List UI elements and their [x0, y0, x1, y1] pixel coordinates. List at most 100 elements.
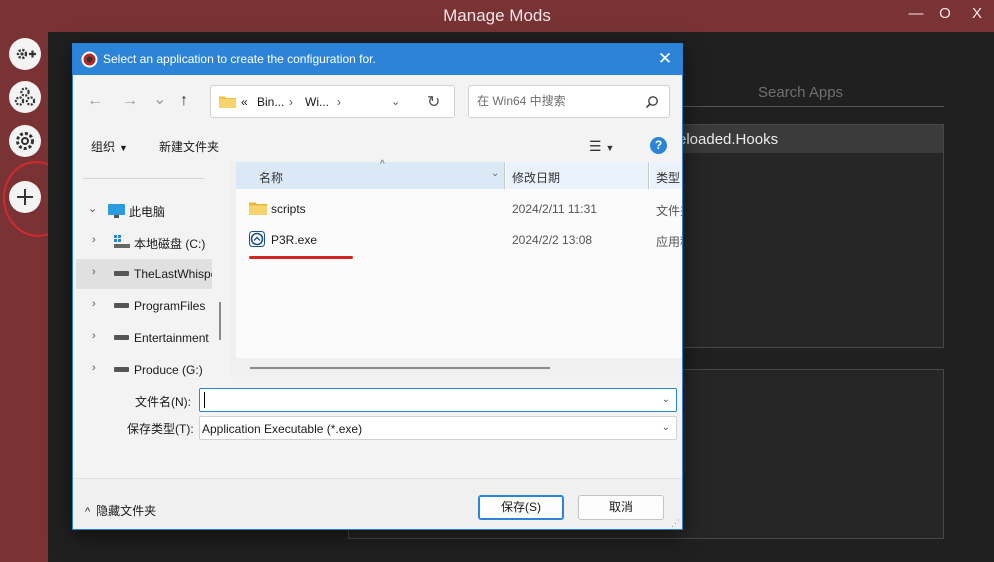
minimize-button[interactable]: —: [904, 5, 928, 22]
view-options-icon[interactable]: ☰ ▼: [589, 138, 614, 155]
drive-icon: [114, 271, 129, 276]
save-button[interactable]: 保存(S): [478, 495, 564, 520]
organize-menu[interactable]: 组织 ▼: [91, 138, 128, 155]
new-folder-button[interactable]: 新建文件夹: [159, 138, 219, 155]
address-segment[interactable]: Bin...: [257, 95, 284, 109]
file-row-p3r-exe[interactable]: P3R.exe 2024/2/2 13:08 应用程序: [236, 225, 682, 254]
file-dialog: Select an application to create the conf…: [72, 43, 683, 530]
nav-item-this-pc[interactable]: ⌄ 此电脑: [76, 195, 212, 225]
help-icon[interactable]: ?: [650, 137, 667, 154]
horizontal-scrollbar[interactable]: [236, 358, 682, 377]
chevron-down-icon[interactable]: ⌄: [88, 202, 97, 215]
dialog-close-icon[interactable]: ✕: [656, 49, 674, 69]
hide-folders-toggle[interactable]: ^ 隐藏文件夹: [85, 502, 156, 519]
organize-label: 组织: [91, 140, 116, 154]
navigation-pane: ⌄ 此电脑 › 本地磁盘 (C:) › TheLastWhisper › Pro…: [73, 162, 225, 377]
app-sidebar: [0, 32, 48, 562]
chevron-up-icon: ^: [85, 506, 91, 518]
chevron-right-icon[interactable]: ›: [92, 330, 96, 342]
file-name: P3R.exe: [271, 233, 318, 247]
drive-icon: [114, 367, 129, 372]
search-underline: [682, 106, 944, 107]
file-list-scrollbar[interactable]: [230, 162, 236, 377]
column-name-label: 名称: [259, 171, 284, 185]
maximize-button[interactable]: O: [933, 5, 957, 22]
file-row-scripts[interactable]: scripts 2024/2/11 11:31 文件夹: [236, 194, 682, 223]
search-icon[interactable]: [645, 95, 659, 109]
selected-app-label[interactable]: eloaded.Hooks: [678, 131, 778, 148]
address-bar[interactable]: « Bin... › Wi... › ⌄ ↻: [210, 85, 455, 118]
folder-icon: [219, 96, 236, 108]
filename-input[interactable]: [205, 393, 645, 407]
dialog-title: Select an application to create the conf…: [103, 52, 376, 66]
nav-item-label: Entertainment: [134, 331, 209, 345]
horizontal-scrollbar-thumb[interactable]: [250, 367, 550, 369]
nav-item-label: 本地磁盘 (C:): [134, 237, 206, 251]
app-logo-icon: [81, 51, 98, 68]
file-name: scripts: [271, 202, 306, 216]
sort-ascending-icon: ^: [380, 159, 385, 170]
chevron-right-icon[interactable]: ›: [92, 362, 96, 374]
chevron-down-icon[interactable]: ⌄: [662, 394, 670, 405]
nav-item-drive-c[interactable]: › 本地磁盘 (C:): [76, 227, 212, 257]
address-segment[interactable]: Wi...: [305, 95, 329, 109]
resize-grip-icon[interactable]: ⋰: [671, 518, 680, 529]
nav-scrollbar-thumb[interactable]: [219, 302, 221, 340]
filetype-label: 保存类型(T):: [127, 422, 194, 436]
nav-item-drive-thelastwhisper[interactable]: › TheLastWhisper: [76, 259, 212, 289]
gears-icon[interactable]: [9, 81, 41, 113]
chevron-right-icon[interactable]: ›: [92, 266, 96, 278]
forward-icon[interactable]: →: [122, 92, 138, 110]
up-icon[interactable]: ↑: [180, 92, 188, 110]
file-type: 应用程序: [656, 235, 682, 249]
chevron-right-icon: ›: [337, 95, 341, 109]
search-apps-placeholder[interactable]: Search Apps: [758, 84, 843, 101]
chevron-right-icon[interactable]: ›: [92, 298, 96, 310]
address-overflow[interactable]: «: [241, 95, 248, 109]
chevron-down-icon[interactable]: ⌄: [391, 95, 400, 108]
file-type: 文件夹: [656, 204, 682, 218]
settings-icon[interactable]: [9, 125, 41, 157]
nav-item-drive-entertainment[interactable]: › Entertainment: [76, 323, 212, 353]
column-type-label: 类型: [656, 171, 681, 185]
app-titlebar: Manage Mods — O X: [0, 0, 994, 32]
nav-item-label: ProgramFiles: [134, 299, 206, 313]
dialog-footer: ^ 隐藏文件夹 保存(S) 取消 ⋰: [73, 478, 682, 529]
filename-field[interactable]: ⌄: [199, 388, 677, 412]
column-divider[interactable]: [648, 162, 649, 189]
app-title: Manage Mods: [443, 6, 551, 25]
column-divider[interactable]: [504, 162, 505, 189]
filename-label: 文件名(N):: [135, 395, 191, 409]
cancel-button[interactable]: 取消: [578, 495, 664, 520]
column-header-name[interactable]: 名称 ^ ⌄: [236, 159, 504, 189]
nav-scrollbar[interactable]: [217, 162, 223, 377]
file-date: 2024/2/11 11:31: [512, 202, 597, 216]
windows-drive-icon: [114, 235, 130, 248]
filetype-value: Application Executable (*.exe): [202, 422, 363, 436]
pc-icon: [108, 204, 125, 218]
nav-item-label: TheLastWhisper: [134, 267, 212, 281]
chevron-down-icon[interactable]: ⌄: [491, 168, 499, 179]
red-annotation-underline: [249, 256, 353, 259]
back-icon[interactable]: ←: [87, 92, 103, 110]
file-date: 2024/2/2 13:08: [512, 233, 593, 247]
close-app-button[interactable]: X: [965, 5, 989, 22]
file-list: 名称 ^ ⌄ 修改日期 类型 scripts 2024/2/11 11:31 文…: [230, 159, 682, 377]
column-header-type[interactable]: 类型: [650, 162, 682, 189]
nav-item-drive-g[interactable]: › Produce (G:): [76, 355, 212, 385]
exe-icon: [249, 231, 265, 247]
chevron-right-icon[interactable]: ›: [92, 234, 96, 246]
filetype-select[interactable]: Application Executable (*.exe) ⌄: [199, 416, 677, 440]
folder-icon: [249, 202, 267, 215]
drive-icon: [114, 303, 129, 308]
drive-icon: [114, 335, 129, 340]
search-input[interactable]: [477, 94, 637, 108]
search-box[interactable]: [468, 85, 670, 118]
nav-item-label: 此电脑: [129, 205, 166, 219]
gear-plus-icon[interactable]: [9, 38, 41, 70]
recent-locations-icon[interactable]: ⌄: [153, 89, 166, 109]
column-header-date[interactable]: 修改日期: [506, 162, 648, 189]
refresh-icon[interactable]: ↻: [427, 92, 440, 112]
chevron-down-icon[interactable]: ⌄: [662, 422, 670, 433]
nav-item-drive-programfiles[interactable]: › ProgramFiles: [76, 291, 212, 321]
